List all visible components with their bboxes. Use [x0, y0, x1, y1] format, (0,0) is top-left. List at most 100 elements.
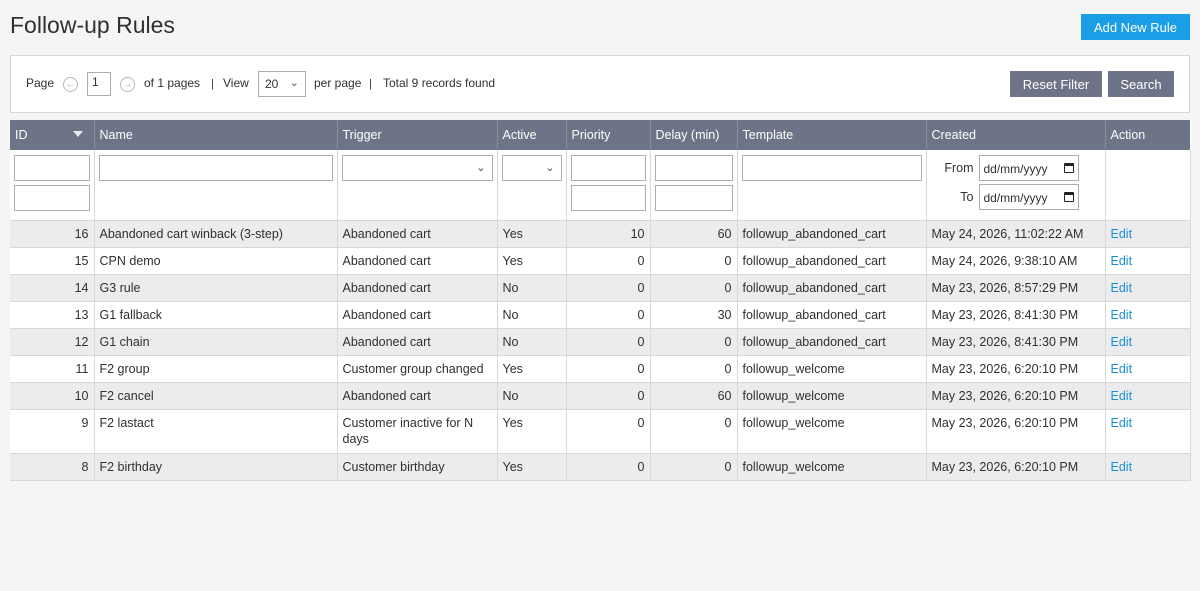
table-header-row: ID Name Trigger Active Priority Delay (m… [10, 120, 1190, 150]
filter-delay-from-input[interactable] [654, 155, 733, 181]
edit-link[interactable]: Edit [1111, 335, 1133, 349]
calendar-icon[interactable] [1063, 163, 1074, 173]
cell-id: 16 [10, 220, 95, 248]
filter-id-to-input[interactable] [14, 185, 90, 211]
column-header-created[interactable]: Created [926, 120, 1106, 150]
cell-active: No [497, 382, 567, 410]
cell-created: May 24, 2026, 9:38:10 AM [926, 247, 1106, 275]
cell-priority: 0 [566, 274, 651, 302]
column-header-active[interactable]: Active [497, 120, 567, 150]
table-row[interactable]: 16 Abandoned cart winback (3-step) Abandon… [10, 220, 1191, 248]
cell-trigger: Abandoned cart [337, 328, 498, 356]
column-header-delay[interactable]: Delay (min) [650, 120, 738, 150]
cell-name: F2 lastact [94, 409, 338, 454]
reset-filter-button[interactable]: Reset Filter [1010, 71, 1102, 97]
column-header-template[interactable]: Template [737, 120, 927, 150]
cell-name: CPN demo [94, 247, 338, 275]
cell-priority: 0 [566, 355, 651, 383]
cell-action: Edit [1105, 409, 1191, 454]
edit-link[interactable]: Edit [1111, 362, 1133, 376]
cell-priority: 10 [566, 220, 651, 248]
cell-id: 11 [10, 355, 95, 383]
cell-template: followup_abandoned_cart [737, 220, 927, 248]
filter-created-from: From dd/mm/yyyy [931, 155, 1101, 181]
cell-action: Edit [1105, 453, 1191, 481]
edit-link[interactable]: Edit [1111, 416, 1133, 430]
table-row[interactable]: 9 F2 lastact Customer inactive for N days Y… [10, 409, 1191, 454]
edit-link[interactable]: Edit [1111, 389, 1133, 403]
cell-action: Edit [1105, 301, 1191, 329]
cell-action: Edit [1105, 382, 1191, 410]
cell-priority: 0 [566, 453, 651, 481]
cell-template: followup_welcome [737, 355, 927, 383]
table-row[interactable]: 12 G1 chain Abandoned cart No 0 0 followup_aba… [10, 328, 1191, 356]
table-row[interactable]: 13 G1 fallback Abandoned cart No 0 30 followup… [10, 301, 1191, 329]
cell-priority: 0 [566, 382, 651, 410]
edit-link[interactable]: Edit [1111, 460, 1133, 474]
cell-template: followup_welcome [737, 409, 927, 454]
cell-priority: 0 [566, 328, 651, 356]
page-label: Page [26, 76, 55, 90]
cell-delay: 0 [650, 274, 738, 302]
chevron-down-icon: ⌄ [545, 162, 555, 174]
cell-created: May 23, 2026, 6:20:10 PM [926, 382, 1106, 410]
cell-priority: 0 [566, 247, 651, 275]
cell-delay: 60 [650, 382, 738, 410]
per-page-select[interactable]: 20 ⌄ [258, 71, 306, 97]
filter-priority-from-input[interactable] [570, 155, 646, 181]
cell-trigger: Abandoned cart [337, 274, 498, 302]
cell-action: Edit [1105, 355, 1191, 383]
prev-page-icon[interactable]: ← [63, 77, 78, 92]
cell-active: Yes [497, 409, 567, 454]
edit-link[interactable]: Edit [1111, 281, 1133, 295]
created-to-date-input[interactable]: dd/mm/yyyy [978, 184, 1079, 210]
cell-trigger: Abandoned cart [337, 220, 498, 248]
cell-trigger: Abandoned cart [337, 247, 498, 275]
cell-active: No [497, 274, 567, 302]
separator: | [369, 78, 372, 90]
table-row[interactable]: 14 G3 rule Abandoned cart No 0 0 followup_aban… [10, 274, 1191, 302]
search-button[interactable]: Search [1108, 71, 1174, 97]
cell-id: 10 [10, 382, 95, 410]
created-from-date-input[interactable]: dd/mm/yyyy [978, 155, 1079, 181]
cell-created: May 24, 2026, 11:02:22 AM [926, 220, 1106, 248]
filter-delay-to-input[interactable] [654, 185, 733, 211]
to-label: To [960, 190, 974, 204]
calendar-icon[interactable] [1063, 192, 1074, 202]
cell-active: Yes [497, 220, 567, 248]
edit-link[interactable]: Edit [1111, 254, 1133, 268]
add-new-rule-button[interactable]: Add New Rule [1081, 14, 1190, 40]
edit-link[interactable]: Edit [1111, 227, 1133, 241]
filter-name-input[interactable] [98, 155, 333, 181]
filter-active-select[interactable]: ⌄ [501, 155, 562, 181]
filter-id-from-input[interactable] [14, 155, 90, 181]
cell-name: F2 group [94, 355, 338, 383]
cell-template: followup_welcome [737, 453, 927, 481]
table-row[interactable]: 8 F2 birthday Customer birthday Yes 0 0 follow… [10, 453, 1191, 481]
table-row[interactable]: 15 CPN demo Abandoned cart Yes 0 0 followup_ab… [10, 247, 1191, 275]
cell-trigger: Customer group changed [337, 355, 498, 383]
column-header-id[interactable]: ID [10, 120, 95, 150]
cell-created: May 23, 2026, 8:41:30 PM [926, 328, 1106, 356]
cell-delay: 60 [650, 220, 738, 248]
separator: | [211, 78, 214, 90]
cell-active: No [497, 328, 567, 356]
table-row[interactable]: 11 F2 group Customer group changed Yes 0 0 fol… [10, 355, 1191, 383]
table-row[interactable]: 10 F2 cancel Abandoned cart No 0 60 followup_w… [10, 382, 1191, 410]
next-page-icon[interactable]: → [120, 77, 135, 92]
filter-template-input[interactable] [741, 155, 922, 181]
page-title: Follow-up Rules [10, 12, 175, 38]
of-pages-text: of 1 pages [144, 76, 201, 90]
cell-name: F2 cancel [94, 382, 338, 410]
filter-trigger-select[interactable]: ⌄ [341, 155, 493, 181]
filter-priority-to-input[interactable] [570, 185, 646, 211]
page-number-input[interactable]: 1 [87, 72, 111, 96]
cell-action: Edit [1105, 220, 1191, 248]
edit-link[interactable]: Edit [1111, 308, 1133, 322]
column-header-trigger[interactable]: Trigger [337, 120, 498, 150]
cell-active: Yes [497, 453, 567, 481]
per-page-value: 20 [265, 77, 279, 91]
column-header-priority[interactable]: Priority [566, 120, 651, 150]
cell-priority: 0 [566, 409, 651, 454]
column-header-name[interactable]: Name [94, 120, 338, 150]
